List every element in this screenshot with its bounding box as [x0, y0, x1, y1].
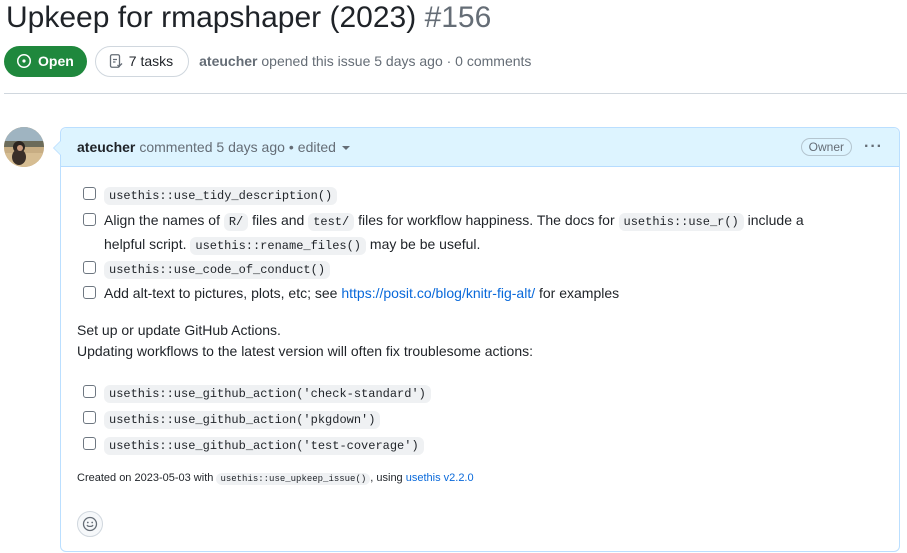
- issue-meta-text: ateucher opened this issue 5 days ago · …: [199, 53, 531, 69]
- issue-comment: ateucher commented 5 days ago • edited O…: [53, 127, 900, 552]
- task-item: usethis::use_github_action('check-standa…: [83, 381, 834, 405]
- comment-header: ateucher commented 5 days ago • edited O…: [61, 128, 899, 167]
- issue-number: #156: [424, 1, 492, 34]
- issue-meta: Open 7 tasks ateucher opened this issue …: [4, 45, 531, 77]
- comment-timestamp[interactable]: commented 5 days ago: [139, 139, 285, 155]
- task-code: usethis::use_tidy_description(): [104, 187, 338, 205]
- avatar-image: [4, 127, 44, 167]
- usethis-link[interactable]: usethis v2.2.0: [406, 472, 474, 484]
- task-checkbox[interactable]: [83, 385, 96, 398]
- tasks-button[interactable]: 7 tasks: [94, 45, 190, 77]
- issue-open-icon: [17, 54, 31, 68]
- task-item: usethis::use_github_action('test-coverag…: [83, 433, 834, 457]
- task-checkbox[interactable]: [83, 437, 96, 450]
- issue-meta-rest: opened this issue 5 days ago · 0 comment…: [261, 53, 532, 69]
- task-code: usethis::use_code_of_conduct(): [104, 261, 331, 279]
- task-text: Align the names of R/ files and test/ fi…: [104, 212, 804, 255]
- avatar[interactable]: [4, 127, 44, 167]
- comment-separator: •: [288, 139, 294, 155]
- task-item: usethis::use_code_of_conduct(): [83, 257, 834, 281]
- alt-text-link[interactable]: https://posit.co/blog/knitr-fig-alt/: [341, 285, 535, 301]
- task-code: usethis::use_github_action('pkgdown'): [104, 411, 381, 429]
- issue-title-text: Upkeep for rmapshaper (2023): [6, 1, 417, 34]
- footer-note: Created on 2023-05-03 with usethis::use_…: [77, 472, 474, 485]
- footer-code: usethis::use_upkeep_issue(): [216, 473, 371, 485]
- owner-badge: Owner: [800, 138, 853, 156]
- actions-paragraph: Set up or update GitHub Actions. Updatin…: [77, 320, 533, 362]
- task-item: usethis::use_github_action('pkgdown'): [83, 407, 834, 431]
- task-checkbox[interactable]: [83, 187, 96, 200]
- task-checkbox[interactable]: [83, 411, 96, 424]
- caret-down-icon: [341, 146, 350, 151]
- header-divider: [4, 93, 907, 94]
- smiley-icon: [82, 516, 98, 532]
- state-badge: Open: [4, 45, 87, 77]
- task-item: usethis::use_tidy_description(): [83, 183, 834, 207]
- task-code: usethis::use_github_action('check-standa…: [104, 385, 431, 403]
- tasks-label: 7 tasks: [128, 53, 174, 69]
- edited-dropdown[interactable]: edited: [298, 139, 350, 155]
- comment-author-link[interactable]: ateucher: [77, 139, 135, 155]
- checklist-icon: [109, 54, 123, 68]
- task-checkbox[interactable]: [83, 261, 96, 274]
- add-reaction-button[interactable]: [77, 511, 103, 537]
- state-label: Open: [38, 53, 74, 69]
- paragraph-line: Set up or update GitHub Actions.: [77, 322, 281, 338]
- task-text: Add alt-text to pictures, plots, etc; se…: [104, 285, 620, 301]
- task-item: Add alt-text to pictures, plots, etc; se…: [83, 282, 834, 304]
- paragraph-line: Updating workflows to the latest version…: [77, 343, 533, 359]
- task-checkbox[interactable]: [83, 286, 96, 299]
- task-item: Align the names of R/ files and test/ fi…: [83, 209, 834, 257]
- task-code: usethis::use_github_action('test-coverag…: [104, 437, 424, 455]
- issue-title: Upkeep for rmapshaper (2023) #156: [6, 0, 491, 36]
- edited-label: edited: [297, 139, 336, 155]
- kebab-menu-icon[interactable]: ···: [864, 139, 883, 155]
- task-checkbox[interactable]: [83, 213, 96, 226]
- issue-author-link[interactable]: ateucher: [199, 53, 257, 69]
